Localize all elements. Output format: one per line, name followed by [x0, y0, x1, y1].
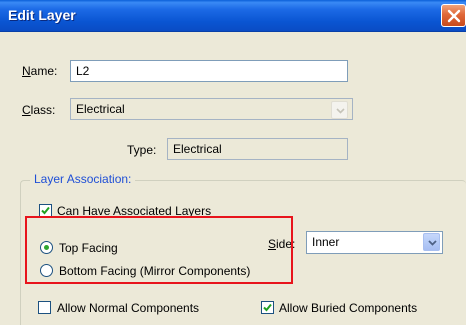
allow-normal-label: Allow Normal Components [57, 301, 200, 315]
chevron-down-icon [428, 240, 437, 246]
dialog-title: Edit Layer [8, 7, 76, 23]
allow-buried-checkbox[interactable] [261, 301, 274, 314]
name-value: L2 [76, 64, 90, 78]
allow-buried-label: Allow Buried Components [279, 301, 418, 315]
type-value: Electrical [173, 142, 222, 156]
class-select[interactable]: Electrical [70, 98, 353, 120]
type-label: Type: [127, 143, 157, 157]
class-label-rest: lass: [30, 103, 56, 117]
type-field: Electrical [167, 138, 348, 160]
class-value: Electrical [76, 102, 125, 116]
close-icon [447, 9, 461, 23]
layer-association-legend: Layer Association: [30, 172, 136, 186]
class-label: Class: [22, 103, 55, 117]
checkmark-icon [41, 206, 50, 215]
highlight-annotation [25, 216, 293, 284]
side-value: Inner [312, 235, 340, 249]
name-label-mnemonic: N [22, 64, 31, 78]
class-dropdown-button[interactable] [331, 101, 348, 119]
close-button[interactable] [441, 4, 466, 27]
edit-layer-dialog: Edit Layer Name: L2 Class: Electrical Ty… [0, 0, 466, 325]
name-label: Name: [22, 64, 57, 78]
title-bar[interactable]: Edit Layer [0, 0, 466, 32]
side-dropdown-button[interactable] [423, 233, 440, 251]
checkmark-icon [263, 303, 272, 312]
name-label-rest: ame: [30, 64, 58, 78]
allow-normal-checkbox[interactable] [38, 301, 51, 314]
class-label-mnemonic: C [22, 103, 31, 117]
chevron-down-icon [336, 108, 345, 114]
name-field[interactable]: L2 [70, 60, 348, 82]
